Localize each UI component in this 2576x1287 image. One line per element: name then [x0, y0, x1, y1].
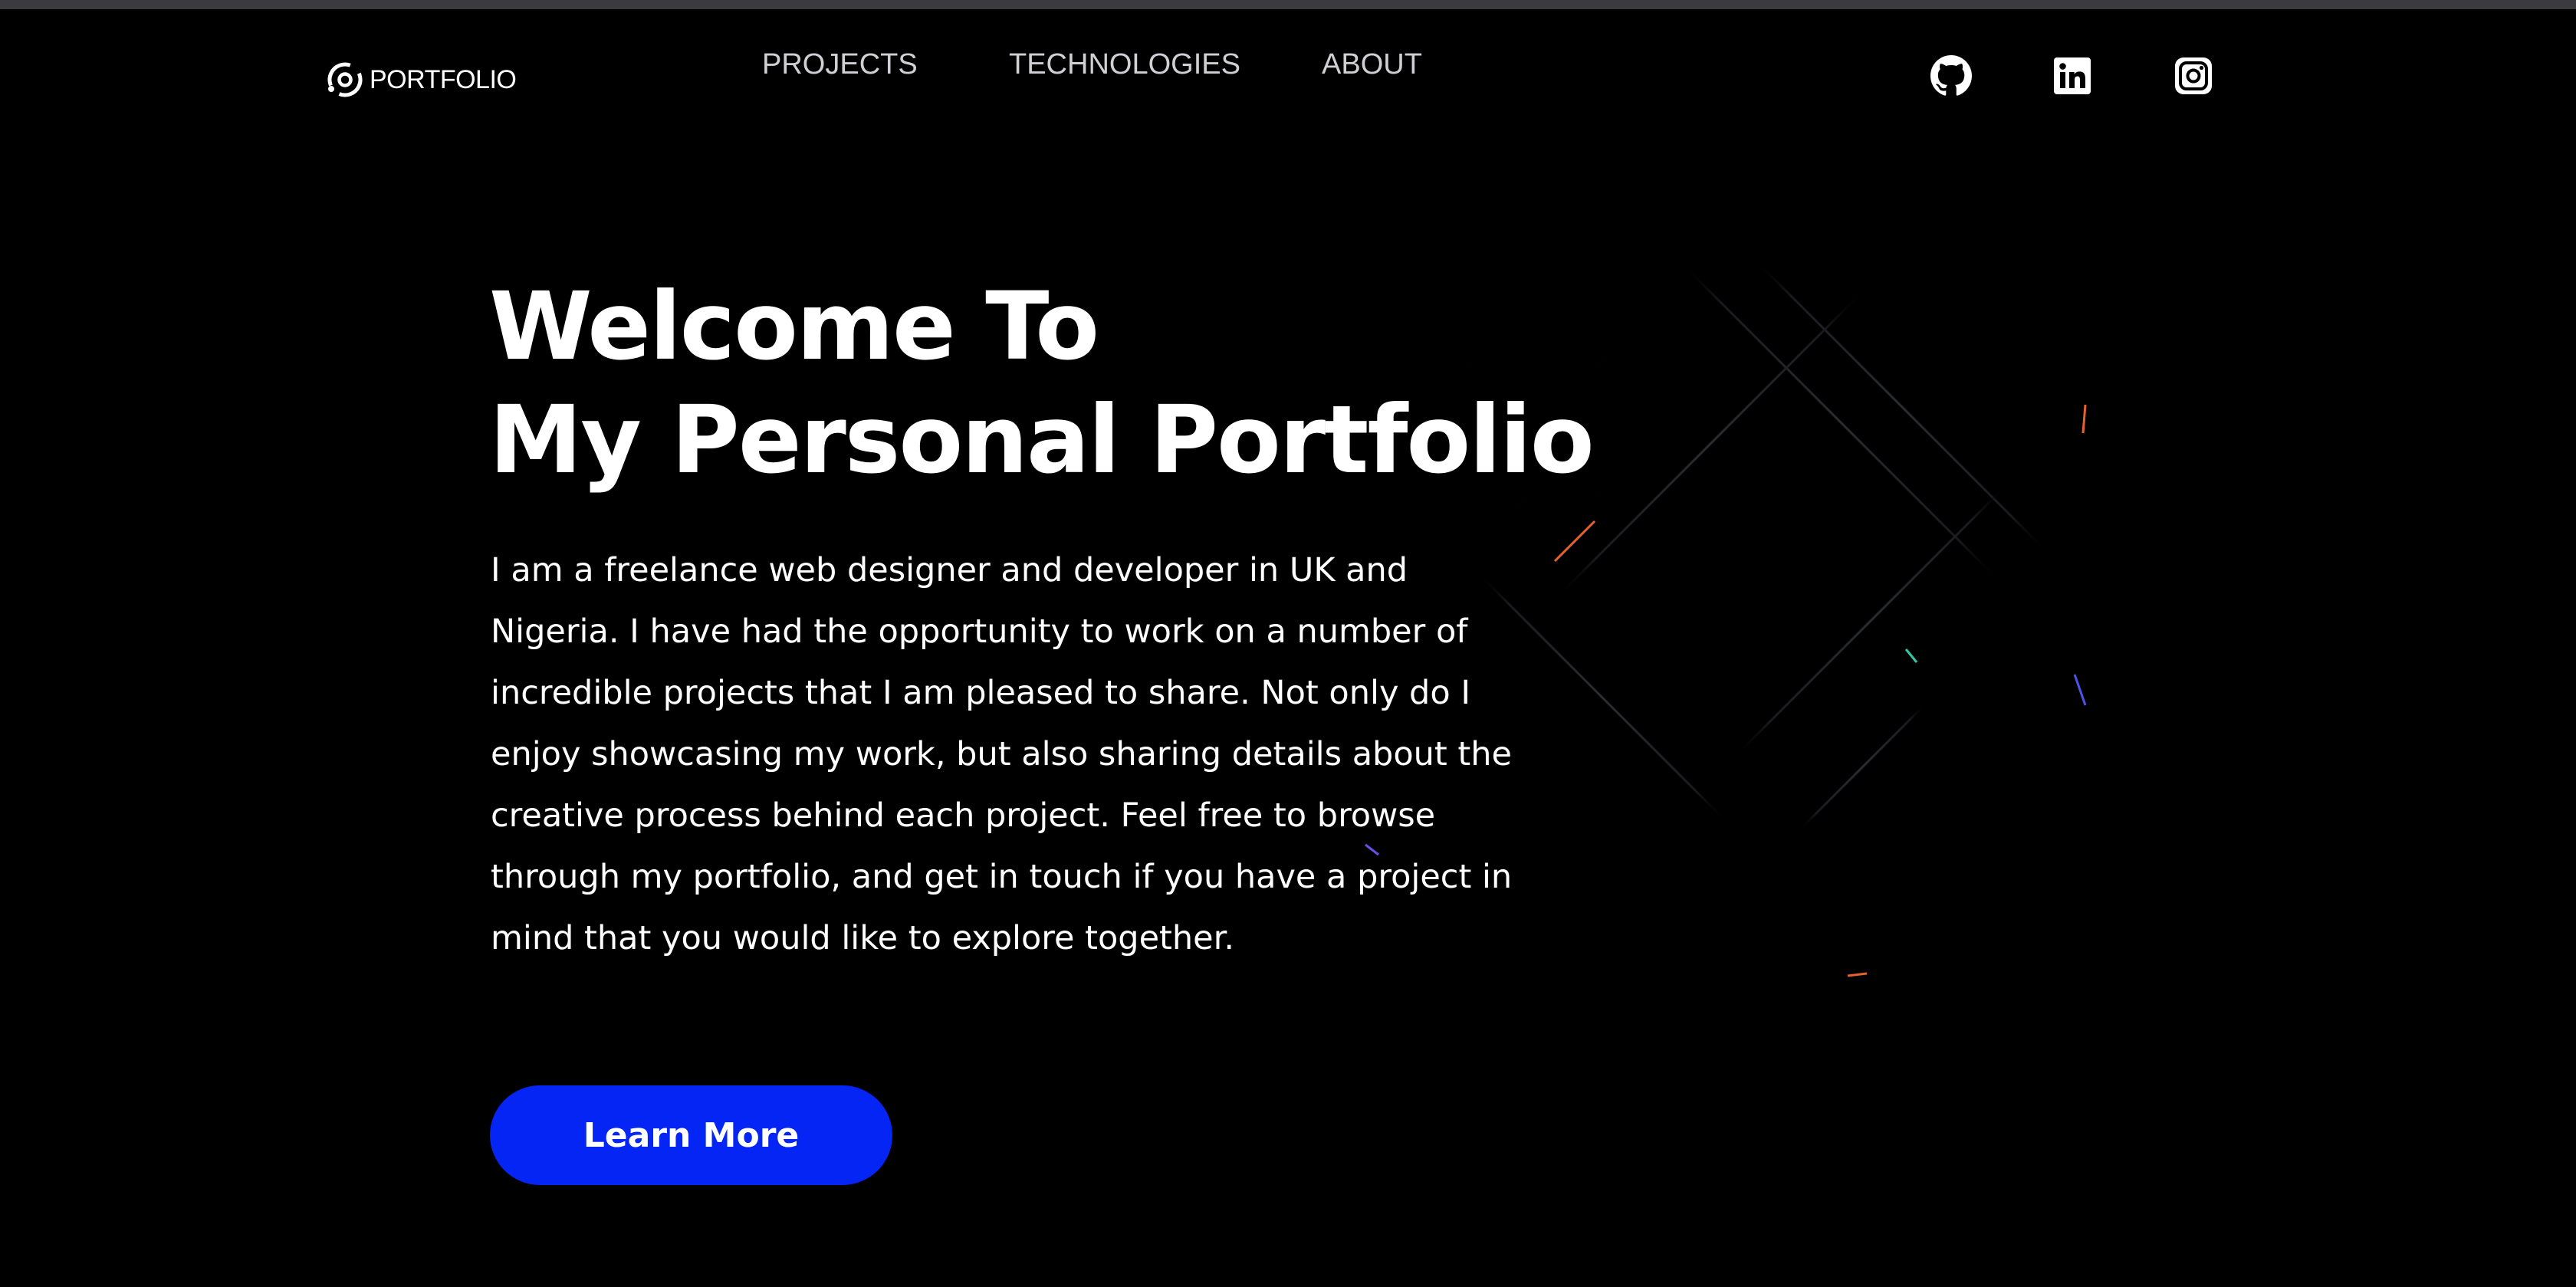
instagram-link[interactable]: [2173, 55, 2214, 97]
hero-title-line-1: Welcome To: [489, 272, 1099, 381]
nav-about[interactable]: ABOUT: [1322, 48, 1422, 81]
hero-title-line-2: My Personal Portfolio: [489, 386, 1595, 494]
logo-text: PORTFOLIO: [370, 64, 517, 94]
nav-projects[interactable]: PROJECTS: [762, 48, 918, 81]
linkedin-icon: [2054, 57, 2091, 94]
github-icon: [1930, 55, 1972, 96]
github-link[interactable]: [1930, 55, 1972, 97]
linkedin-link[interactable]: [2052, 55, 2093, 97]
learn-more-button[interactable]: Learn More: [490, 1085, 892, 1185]
portfolio-ring-icon: [327, 62, 363, 97]
site-logo[interactable]: PORTFOLIO: [325, 60, 517, 100]
browser-top-strip: [0, 0, 2576, 9]
hero-title: Welcome To My Personal Portfolio: [489, 270, 1595, 497]
nav-technologies[interactable]: TECHNOLOGIES: [1009, 48, 1240, 81]
hero-description: I am a freelance web designer and develo…: [491, 551, 1513, 957]
instagram-icon: [2175, 57, 2212, 94]
